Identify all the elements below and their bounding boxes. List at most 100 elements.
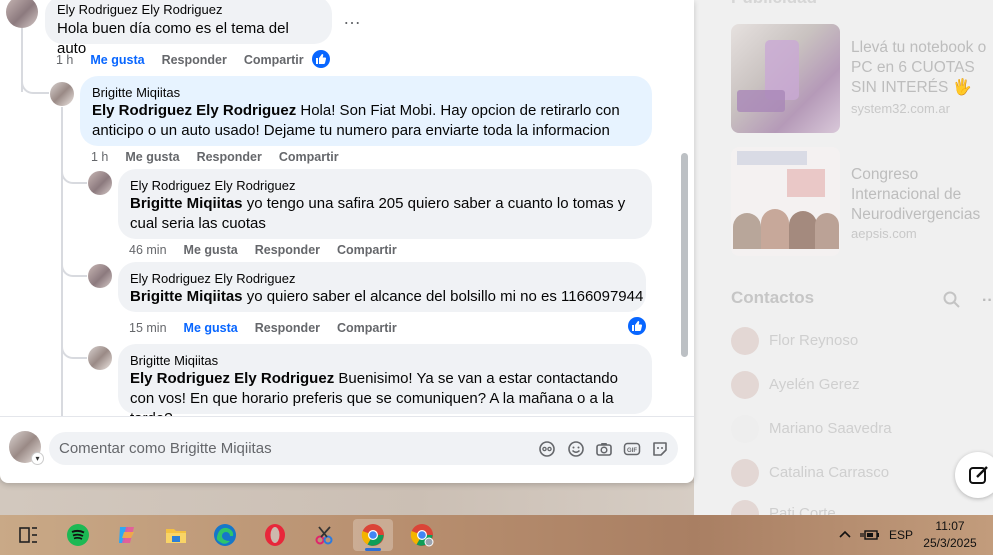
share-button[interactable]: Compartir	[337, 321, 397, 335]
comment-bubble: Ely Rodriguez Ely Rodriguez Hola buen dí…	[45, 0, 332, 57]
reply-button[interactable]: Responder	[197, 150, 262, 164]
contact-item[interactable]: Mariano Saavedra	[731, 411, 991, 447]
avatar	[731, 500, 759, 515]
scrollbar[interactable]	[681, 153, 688, 357]
ad-title[interactable]: Congreso Internacional de Neurodivergenc…	[851, 165, 993, 225]
comment-bubble: Brigitte Miqiitas Ely Rodriguez Ely Rodr…	[118, 344, 652, 416]
mention-link[interactable]: Ely Rodriguez Ely Rodriguez	[130, 370, 334, 387]
comment-author[interactable]: Ely Rodriguez Ely Rodriguez	[130, 178, 640, 194]
taskbar: ESP 11:07 25/3/2025	[0, 515, 993, 555]
comment-actions: 15 min Me gusta Responder Compartir	[129, 321, 397, 335]
share-button[interactable]: Compartir	[244, 53, 304, 67]
mention-link[interactable]: Brigitte Miqiitas	[130, 195, 243, 212]
chrome-button[interactable]	[353, 519, 393, 551]
file-explorer-button[interactable]	[156, 519, 196, 551]
comment-author[interactable]: Brigitte Miqiitas	[92, 85, 640, 101]
like-reaction-icon[interactable]	[312, 50, 330, 68]
comment-thread[interactable]: Ely Rodriguez Ely Rodriguez Hola buen dí…	[0, 0, 694, 416]
chrome-profile-button[interactable]	[402, 519, 442, 551]
emoji-icon[interactable]	[567, 440, 585, 458]
like-button[interactable]: Me gusta	[184, 243, 238, 257]
contact-name: Flor Reynoso	[769, 332, 859, 349]
avatar	[731, 371, 759, 399]
comment-actions: 46 min Me gusta Responder Compartir	[129, 243, 397, 257]
thread-line	[61, 166, 87, 184]
reply-button[interactable]: Responder	[255, 243, 320, 257]
comment-time[interactable]: 1 h	[56, 53, 73, 67]
more-options-icon[interactable]: ···	[982, 292, 993, 310]
comment-bubble: Ely Rodriguez Ely Rodriguez Brigitte Miq…	[118, 262, 646, 312]
contact-name: Catalina Carrasco	[769, 464, 890, 481]
mention-link[interactable]: Brigitte Miqiitas	[130, 288, 243, 305]
comment-author[interactable]: Brigitte Miqiitas	[130, 353, 640, 369]
share-button[interactable]: Compartir	[279, 150, 339, 164]
chrome-icon	[410, 524, 434, 547]
language-indicator[interactable]: ESP	[889, 528, 913, 555]
avatar[interactable]	[88, 346, 112, 370]
thread-line	[61, 259, 87, 277]
avatar[interactable]	[50, 82, 74, 106]
comment-author[interactable]: Ely Rodriguez Ely Rodriguez	[57, 2, 320, 18]
reply-button[interactable]: Responder	[255, 321, 320, 335]
ad-image	[731, 147, 840, 256]
copilot-button[interactable]	[107, 519, 147, 551]
contact-item[interactable]: Ayelén Gerez	[731, 367, 991, 403]
avatar	[731, 415, 759, 443]
ad-card[interactable]: Llevá tu notebook o PC en 6 CUOTAS SIN I…	[731, 24, 993, 134]
gif-icon[interactable]: GIF	[623, 440, 641, 458]
like-button[interactable]: Me gusta	[90, 53, 144, 67]
folder-icon	[166, 529, 186, 543]
avatar-sticker-icon[interactable]	[538, 440, 556, 458]
chevron-up-icon[interactable]	[838, 529, 852, 539]
like-reaction-icon[interactable]	[628, 317, 646, 335]
avatar[interactable]	[6, 0, 38, 28]
chevron-down-icon[interactable]: ▾	[31, 452, 44, 465]
page-background	[0, 483, 694, 515]
like-button[interactable]: Me gusta	[125, 150, 179, 164]
comment-author[interactable]: Ely Rodriguez Ely Rodriguez	[130, 271, 634, 287]
avatar[interactable]	[88, 171, 112, 195]
snipping-tool-button[interactable]	[305, 519, 345, 551]
edge-icon	[214, 524, 236, 546]
contact-item[interactable]: Flor Reynoso	[731, 323, 991, 359]
comment-input[interactable]	[59, 432, 519, 465]
search-icon[interactable]	[942, 290, 962, 310]
share-button[interactable]: Compartir	[337, 243, 397, 257]
avatar	[731, 459, 759, 487]
mention-link[interactable]: Ely Rodriguez Ely Rodriguez	[92, 102, 296, 119]
ad-url: aepsis.com	[851, 226, 917, 241]
task-view-button[interactable]	[8, 519, 48, 551]
ad-image	[731, 24, 840, 133]
more-options-icon[interactable]: …	[343, 8, 362, 29]
edge-button[interactable]	[205, 519, 245, 551]
spotify-button[interactable]	[58, 519, 98, 551]
camera-icon[interactable]	[595, 440, 613, 458]
opera-button[interactable]	[255, 519, 295, 551]
comment-composer: GIF	[49, 432, 678, 465]
comment-time[interactable]: 1 h	[91, 150, 108, 164]
contacts-heading: Contactos	[731, 288, 815, 307]
svg-text:GIF: GIF	[627, 448, 637, 454]
avatar[interactable]	[88, 264, 112, 288]
battery-plug-icon[interactable]	[860, 527, 880, 543]
comment-time[interactable]: 46 min	[129, 243, 167, 257]
opera-icon	[265, 524, 285, 546]
new-message-button[interactable]	[955, 452, 993, 498]
contact-item[interactable]: Pati Corte	[731, 496, 991, 515]
reply-button[interactable]: Responder	[162, 53, 227, 67]
task-view-icon	[19, 527, 37, 543]
comment-text: yo quiero saber el alcance del bolsillo …	[246, 288, 644, 305]
comment-actions: 1 h Me gusta Responder Compartir	[91, 150, 339, 164]
comment-bubble: Brigitte Miqiitas Ely Rodriguez Ely Rodr…	[80, 76, 652, 146]
thread-line	[21, 70, 49, 94]
clock[interactable]: 11:07 25/3/2025	[918, 518, 982, 552]
like-button[interactable]: Me gusta	[184, 321, 238, 335]
comment-actions: 1 h Me gusta Responder Compartir	[56, 53, 304, 67]
ad-card[interactable]: Congreso Internacional de Neurodivergenc…	[731, 147, 993, 257]
sticker-icon[interactable]	[651, 440, 669, 458]
ad-title[interactable]: Llevá tu notebook o PC en 6 CUOTAS SIN I…	[851, 38, 993, 98]
contact-item[interactable]: Catalina Carrasco	[731, 455, 991, 491]
contact-name: Ayelén Gerez	[769, 376, 860, 393]
comment-time[interactable]: 15 min	[129, 321, 167, 335]
comments-dialog: Ely Rodriguez Ely Rodriguez Hola buen dí…	[0, 0, 694, 483]
